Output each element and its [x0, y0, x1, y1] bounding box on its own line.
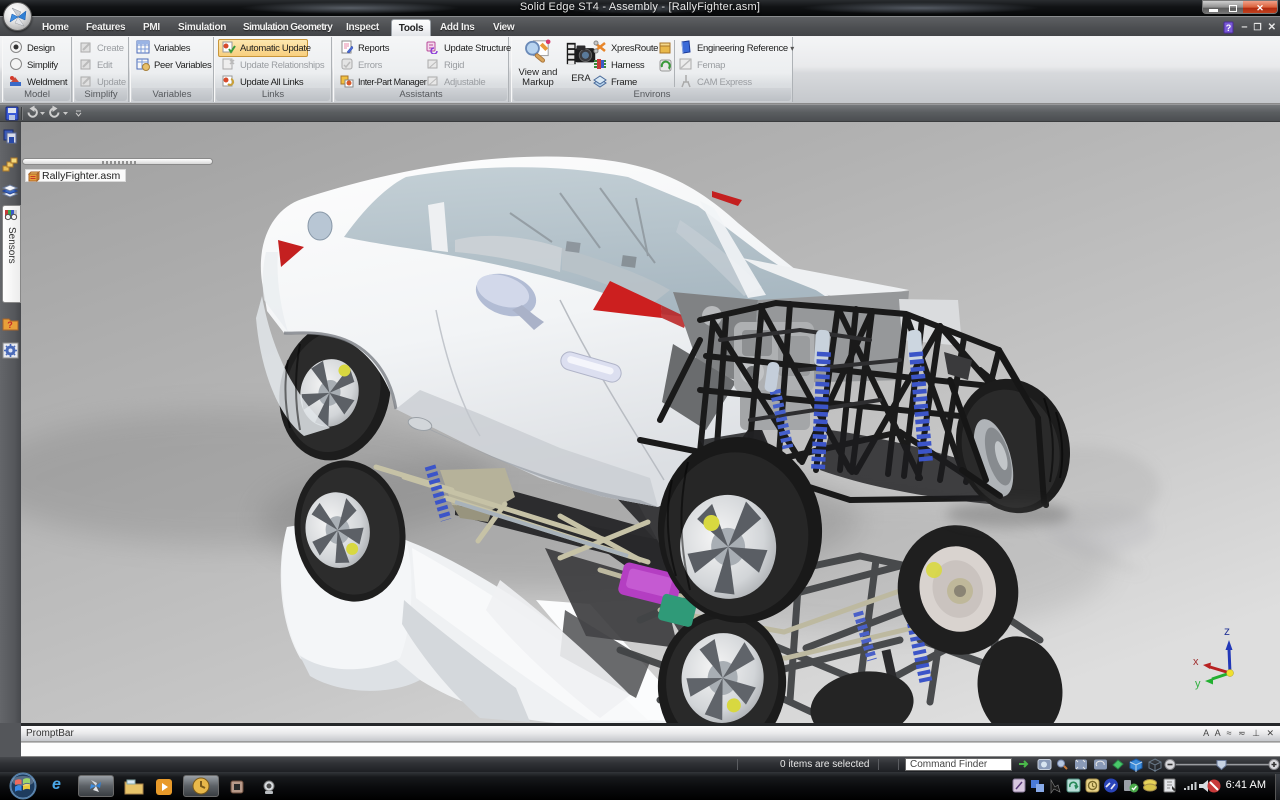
svg-text:?: ?	[7, 320, 13, 330]
svg-text:?: ?	[1226, 23, 1232, 33]
svg-text:y: y	[1195, 678, 1201, 690]
svg-text:z: z	[1224, 624, 1230, 638]
svg-text:x: x	[1193, 656, 1199, 668]
